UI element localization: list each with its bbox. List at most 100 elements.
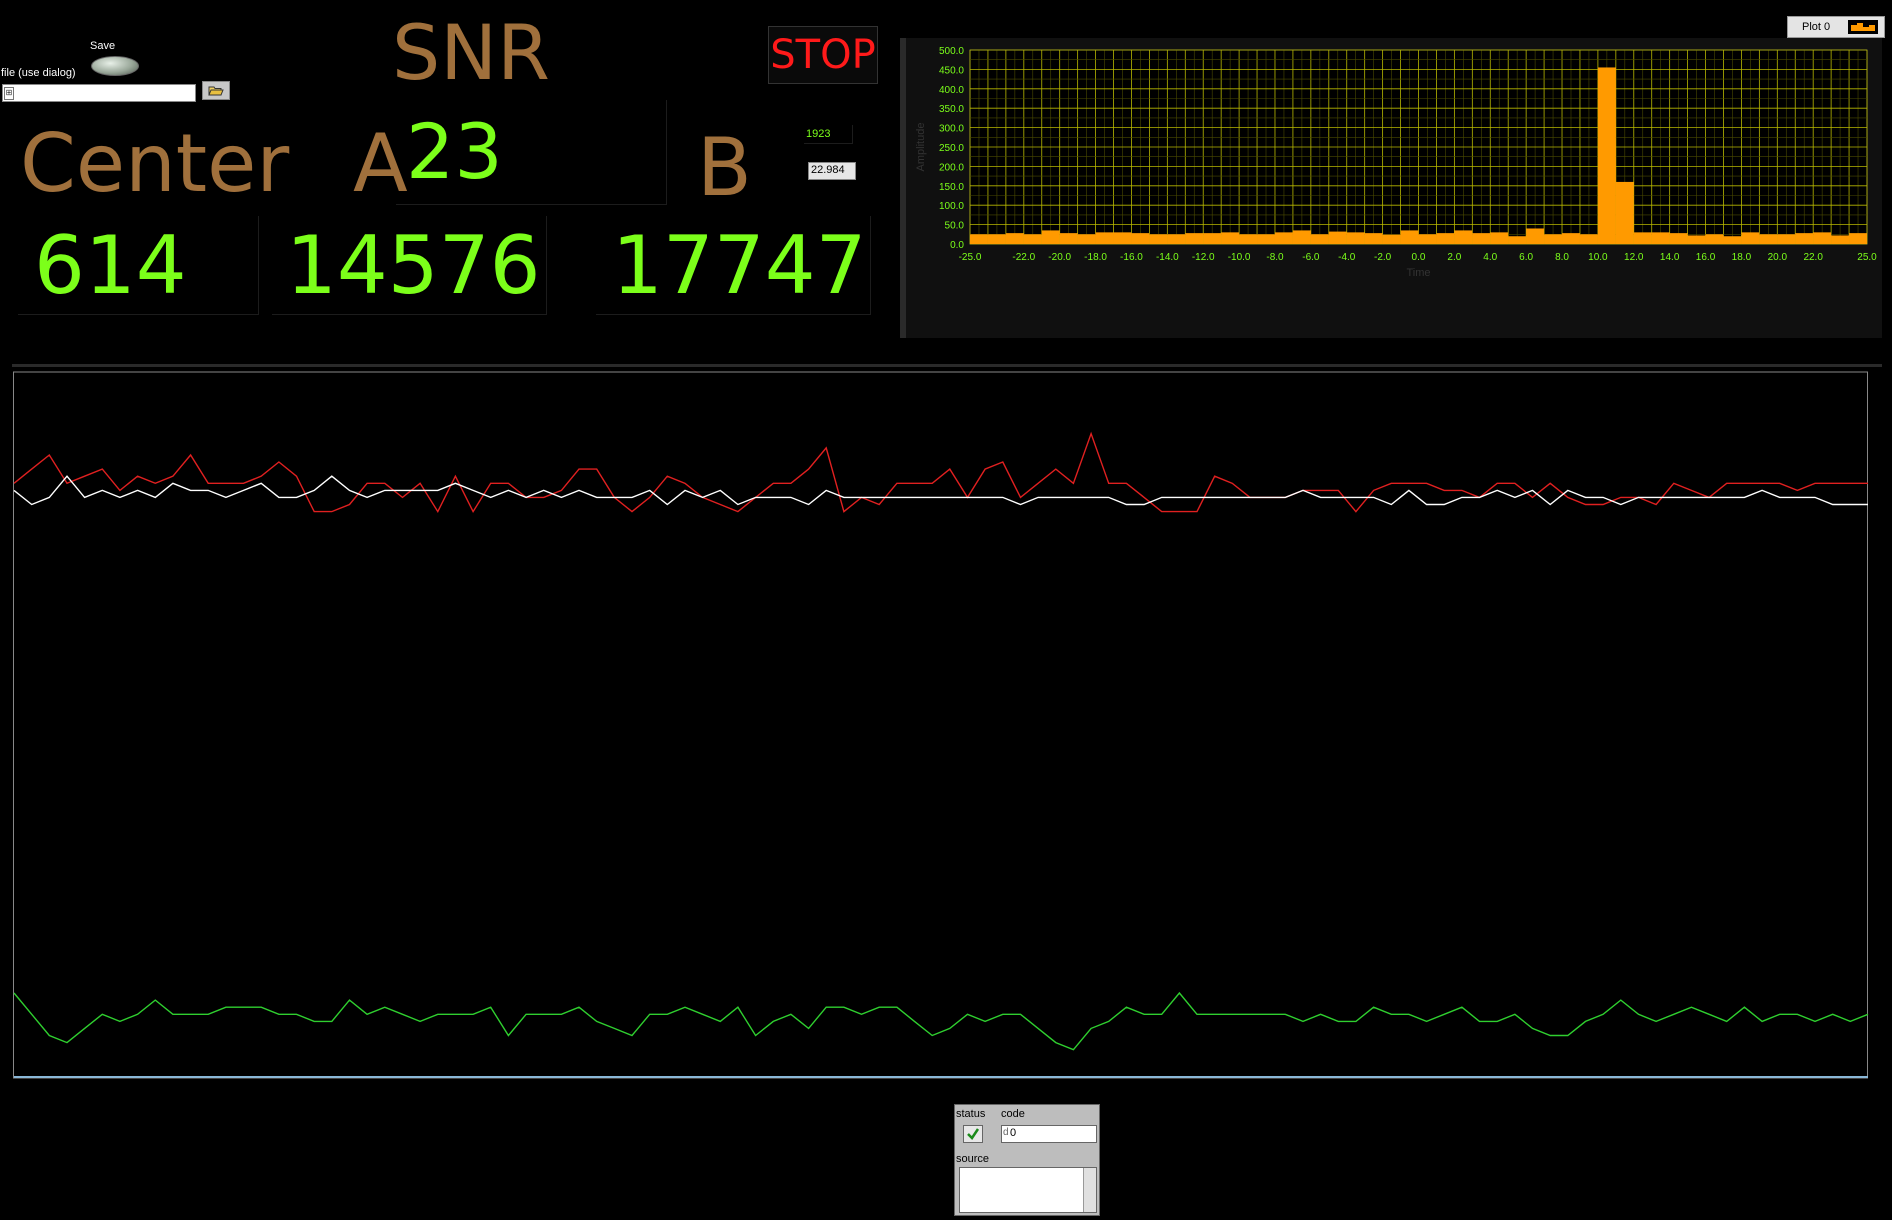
- histogram-bar: [1023, 234, 1042, 244]
- histogram-x-tick-label: 8.0: [1555, 252, 1569, 263]
- histogram-bar: [1490, 232, 1509, 244]
- histogram-x-tick-label: -22.0: [1012, 252, 1035, 263]
- histogram-bar: [1705, 234, 1724, 244]
- b-indicator: 17747: [596, 216, 871, 315]
- file-path-label: file (use dialog): [1, 67, 76, 79]
- histogram-x-tick-label: -16.0: [1120, 252, 1143, 263]
- status-label: status: [956, 1108, 986, 1120]
- histogram-bar: [1149, 234, 1168, 244]
- histogram-bar: [1167, 234, 1186, 244]
- plot-legend-bar-icon: [1848, 20, 1878, 34]
- histogram-bar: [1328, 231, 1347, 244]
- histogram-bar: [1813, 232, 1832, 244]
- histogram-bar: [1005, 233, 1024, 244]
- histogram-x-tick-label: -25.0: [959, 252, 982, 263]
- b-value: 17747: [612, 219, 867, 312]
- histogram-bar: [1669, 233, 1688, 244]
- histogram-bar: [987, 234, 1006, 244]
- browse-button[interactable]: [202, 81, 230, 100]
- histogram-bar: [1418, 234, 1437, 244]
- file-path-input[interactable]: ⊞: [2, 84, 196, 102]
- waveform-plot-area: [12, 370, 1882, 1080]
- error-cluster: status code d 0 source: [954, 1104, 1100, 1216]
- save-label: Save: [90, 40, 116, 52]
- histogram-bar: [1597, 67, 1616, 245]
- histogram-x-tick-label: -12.0: [1192, 252, 1215, 263]
- histogram-bar: [1185, 233, 1204, 244]
- histogram-x-tick-label: -18.0: [1084, 252, 1107, 263]
- histogram-x-tick-label: -6.0: [1302, 252, 1320, 263]
- histogram-x-tick-label: 0.0: [1412, 252, 1426, 263]
- histogram-bar: [1077, 234, 1096, 244]
- histogram-x-tick-label: -20.0: [1048, 252, 1071, 263]
- histogram-x-tick-label: -8.0: [1266, 252, 1284, 263]
- histogram-bar: [1400, 230, 1419, 244]
- histogram-bar: [1579, 234, 1598, 244]
- save-led-button[interactable]: [91, 56, 139, 76]
- histogram-y-tick-label: 400.0: [939, 85, 964, 96]
- histogram-bar: [1095, 232, 1114, 244]
- snr-indicator: 23: [396, 100, 667, 205]
- histogram-bar: [1562, 233, 1580, 244]
- histogram-x-tick-label: -4.0: [1338, 252, 1356, 263]
- histogram-frame: [900, 38, 906, 338]
- histogram-y-tick-label: 0.0: [950, 240, 964, 251]
- histogram-bar: [1633, 232, 1652, 244]
- histogram-bar: [1454, 230, 1473, 244]
- small-value-1: 1923: [806, 128, 831, 140]
- center-indicator: 614: [18, 216, 259, 315]
- histogram-bar: [1723, 236, 1742, 244]
- histogram-bar: [1777, 234, 1796, 244]
- histogram-bar: [1221, 232, 1240, 244]
- histogram-chart: -25.0 -22.0 -20.0 -18.0 -16.0 -14.0 -12.0 -10.0…: [900, 38, 1882, 338]
- source-label: source: [956, 1153, 990, 1165]
- histogram-x-tick-label: 14.0: [1660, 252, 1680, 263]
- histogram-x-tick-label: -14.0: [1156, 252, 1179, 263]
- snr-value: 23: [406, 107, 503, 196]
- code-value: 0: [1010, 1127, 1017, 1139]
- waveform-top-bar: [12, 364, 1882, 367]
- path-icon: ⊞: [4, 87, 14, 100]
- histogram-bar: [1759, 234, 1778, 244]
- folder-open-icon: [208, 86, 224, 95]
- status-indicator: [963, 1125, 983, 1143]
- center-value: 614: [34, 219, 187, 312]
- histogram-y-tick-label: 100.0: [939, 201, 964, 212]
- histogram-bar: [1615, 181, 1634, 244]
- center-heading: Center: [20, 117, 290, 210]
- plot-legend-label: Plot 0: [1802, 21, 1831, 33]
- histogram-x-tick-label: -2.0: [1374, 252, 1392, 263]
- histogram-bar: [1508, 236, 1527, 244]
- histogram-x-tick-label: -10.0: [1228, 252, 1251, 263]
- code-label: code: [1001, 1108, 1025, 1120]
- histogram-y-tick-label: 250.0: [939, 143, 964, 154]
- b-heading: B: [697, 121, 752, 214]
- histogram-bar: [1741, 232, 1760, 244]
- histogram-bar: [1795, 233, 1814, 244]
- histogram-x-tick-label: 10.0: [1588, 252, 1608, 263]
- plot-legend[interactable]: Plot 0: [1787, 16, 1885, 38]
- histogram-bar: [1687, 235, 1706, 244]
- histogram-x-tick-label: 6.0: [1519, 252, 1533, 263]
- small-indicator-1: 1923: [804, 125, 853, 144]
- histogram-bar: [1364, 233, 1383, 244]
- histogram-y-tick-label: 500.0: [939, 46, 964, 57]
- histogram-bar: [1526, 228, 1545, 244]
- histogram-bar: [1292, 230, 1311, 244]
- code-field[interactable]: d 0: [1001, 1125, 1097, 1143]
- snr-heading: SNR: [392, 8, 550, 97]
- check-icon: [967, 1128, 980, 1140]
- histogram-bar: [1041, 230, 1060, 244]
- source-scrollbar[interactable]: [1083, 1168, 1096, 1212]
- histogram-x-tick-label: 16.0: [1696, 252, 1716, 263]
- histogram-bar: [1544, 234, 1563, 244]
- histogram-x-tick-label: 18.0: [1732, 252, 1752, 263]
- histogram-bar: [1849, 233, 1867, 244]
- source-field[interactable]: [959, 1167, 1097, 1213]
- histogram-bar: [1651, 232, 1670, 244]
- histogram-x-tick-label: 4.0: [1483, 252, 1497, 263]
- histogram-bar: [1346, 232, 1365, 244]
- histogram-bar: [1472, 233, 1491, 244]
- histogram-x-tick-label: 25.0: [1857, 252, 1877, 263]
- stop-button[interactable]: STOP: [768, 26, 878, 84]
